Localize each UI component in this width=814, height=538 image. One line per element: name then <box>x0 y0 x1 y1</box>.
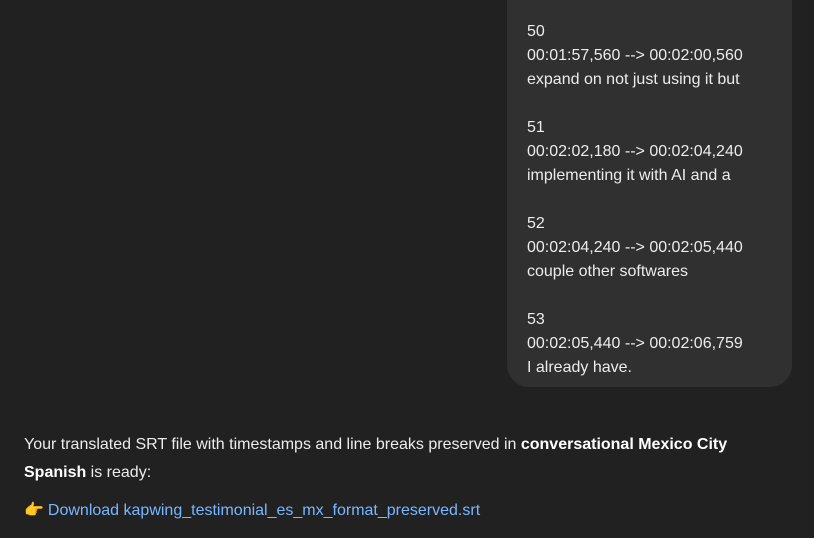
summary-outro: is ready: <box>86 464 152 481</box>
srt-timing: 00:02:04,240 --> 00:02:05,440 <box>527 239 743 256</box>
srt-timing: 00:02:05,440 --> 00:02:06,759 <box>527 335 743 352</box>
assistant-message: Your translated SRT file with timestamps… <box>24 431 784 525</box>
srt-index: 50 <box>527 23 545 40</box>
assistant-summary: Your translated SRT file with timestamps… <box>24 431 784 487</box>
srt-entry: 50 00:01:57,560 --> 00:02:00,560 expand … <box>527 20 772 92</box>
srt-entry: 52 00:02:04,240 --> 00:02:05,440 couple … <box>527 212 772 284</box>
download-line: 👉 Download kapwing_testimonial_es_mx_form… <box>24 497 784 525</box>
srt-index: 53 <box>527 311 545 328</box>
srt-index: 52 <box>527 215 545 232</box>
srt-text: implementing it with AI and a <box>527 167 731 184</box>
pointing-hand-icon: 👉 <box>24 502 44 519</box>
srt-text: expand on not just using it but <box>527 71 740 88</box>
srt-entry: 53 00:02:05,440 --> 00:02:06,759 I alrea… <box>527 308 772 380</box>
srt-entry: 51 00:02:02,180 --> 00:02:04,240 impleme… <box>527 116 772 188</box>
srt-timing: 00:01:57,560 --> 00:02:00,560 <box>527 47 743 64</box>
srt-text: couple other softwares <box>527 263 688 280</box>
srt-index: 51 <box>527 119 545 136</box>
srt-timing: 00:02:02,180 --> 00:02:04,240 <box>527 143 743 160</box>
summary-intro: Your translated SRT file with timestamps… <box>24 436 521 453</box>
user-message-bubble: 50 00:01:57,560 --> 00:02:00,560 expand … <box>507 0 792 387</box>
download-link[interactable]: Download kapwing_testimonial_es_mx_forma… <box>48 502 480 519</box>
srt-text: I already have. <box>527 359 632 376</box>
chat-thread: 50 00:01:57,560 --> 00:02:00,560 expand … <box>0 0 814 538</box>
